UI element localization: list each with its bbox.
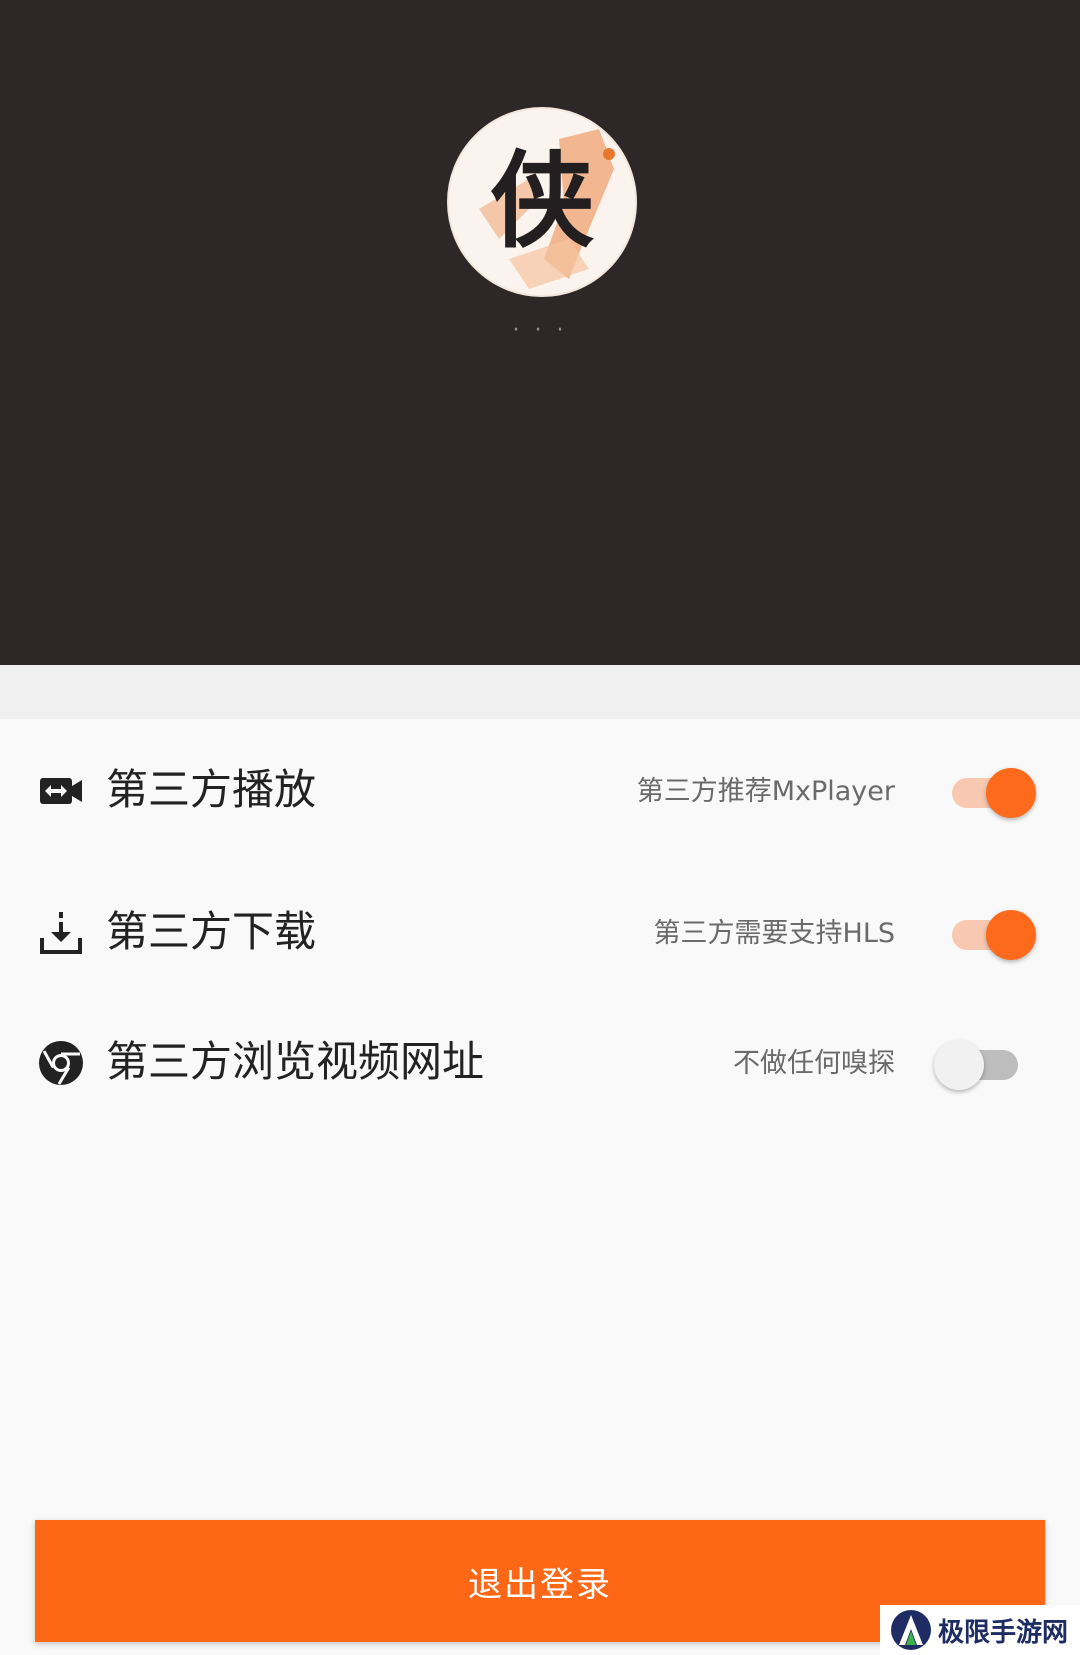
setting-label: 第三方下载 — [106, 907, 317, 956]
third-party-download-toggle[interactable] — [934, 910, 1038, 960]
setting-row-third-party-download[interactable]: 第三方下载 第三方需要支持HLS — [0, 882, 1080, 982]
section-divider — [0, 665, 1080, 719]
video-switch-icon — [38, 768, 84, 814]
setting-row-third-party-player[interactable]: 第三方播放 第三方推荐MxPlayer — [0, 740, 1080, 840]
toggle-thumb[interactable] — [986, 768, 1036, 818]
avatar[interactable]: 侠 — [447, 107, 637, 297]
setting-hint: 不做任何嗅探 — [733, 1048, 895, 1079]
setting-label: 第三方浏览视频网址 — [106, 1037, 485, 1086]
setting-row-third-party-browser[interactable]: 第三方浏览视频网址 不做任何嗅探 — [0, 1012, 1080, 1112]
watermark-logo-icon — [891, 1610, 931, 1650]
chrome-icon — [38, 1040, 84, 1086]
third-party-browser-toggle[interactable] — [934, 1040, 1038, 1090]
setting-label: 第三方播放 — [106, 765, 317, 814]
third-party-player-toggle[interactable] — [934, 768, 1038, 818]
toggle-thumb[interactable] — [934, 1040, 984, 1090]
download-icon — [38, 910, 84, 956]
toggle-thumb[interactable] — [986, 910, 1036, 960]
setting-hint: 第三方推荐MxPlayer — [636, 776, 895, 807]
watermark: 极限手游网 — [880, 1605, 1080, 1655]
avatar-glyph: 侠 — [490, 139, 595, 262]
profile-header: 侠 · · · — [0, 0, 1080, 665]
watermark-text: 极限手游网 — [938, 1617, 1069, 1648]
username: · · · — [512, 318, 568, 343]
setting-hint: 第三方需要支持HLS — [653, 918, 895, 949]
